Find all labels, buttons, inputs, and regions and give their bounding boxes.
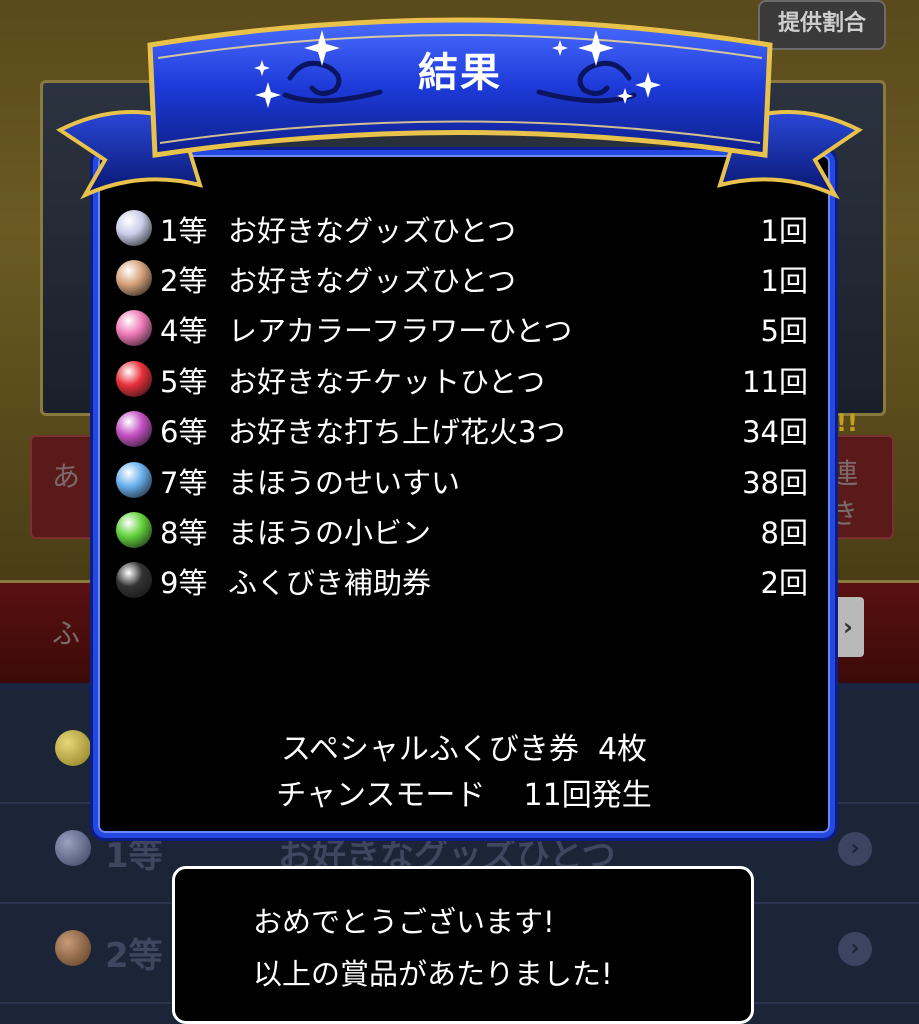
prize-orb-icon	[116, 562, 152, 598]
title-ribbon	[56, 17, 863, 200]
chevron-right-icon[interactable]: ›	[832, 597, 864, 657]
result-count: 1回	[760, 264, 808, 298]
result-name: まほうの小ビン	[228, 516, 432, 550]
result-name: レアカラーフラワーひとつ	[228, 314, 573, 348]
result-rank: 7等	[160, 466, 208, 500]
result-count: 2回	[760, 566, 808, 600]
result-count: 38回	[742, 466, 808, 500]
result-count: 11回	[742, 365, 808, 399]
background-bar-label: ふ	[52, 617, 81, 650]
prize-orb-icon	[116, 361, 152, 397]
chance-mode-summary: チャンスモード 11回発生	[276, 778, 652, 813]
prize-orb-icon	[116, 512, 152, 548]
result-rank: 5等	[160, 365, 208, 399]
prize-orb-icon	[116, 310, 152, 346]
chevron-right-icon[interactable]: ›	[838, 832, 872, 866]
result-count: 1回	[760, 214, 808, 248]
result-rank: 8等	[160, 516, 208, 550]
orb-icon	[55, 730, 91, 766]
result-count: 5回	[760, 314, 808, 348]
message-line: おめでとうございます!	[253, 905, 555, 939]
message-line: 以上の賞品があたりました!	[253, 957, 613, 991]
result-rank: 9等	[160, 566, 208, 600]
orb-icon	[55, 930, 91, 966]
prize-orb-icon	[116, 260, 152, 296]
result-rank: 1等	[160, 214, 208, 248]
prize-orb-icon	[116, 462, 152, 498]
result-name: お好きなグッズひとつ	[228, 214, 516, 248]
background-red-label: あ	[52, 460, 81, 493]
result-name: ふくびき補助券	[228, 566, 432, 600]
result-count: 34回	[742, 415, 808, 449]
result-row: 9等 ふくびき補助券 2回	[116, 558, 816, 602]
result-row: 6等 お好きな打ち上げ花火3つ 34回	[116, 407, 816, 451]
result-rank: 6等	[160, 415, 208, 449]
result-name: お好きなチケットひとつ	[228, 365, 545, 399]
prize-orb-icon	[116, 210, 152, 246]
result-row: 1等 お好きなグッズひとつ 1回	[116, 206, 816, 250]
background-row-rank: 2等	[105, 936, 163, 976]
result-row: 4等 レアカラーフラワーひとつ 5回	[116, 306, 816, 350]
chevron-right-icon[interactable]: ›	[838, 932, 872, 966]
result-rank: 4等	[160, 314, 208, 348]
result-count: 8回	[760, 516, 808, 550]
result-name: まほうのせいすい	[228, 466, 461, 500]
special-ticket-summary: スペシャルふくびき券 4枚	[280, 732, 648, 767]
result-name: お好きな打ち上げ花火3つ	[228, 415, 566, 449]
result-rank: 2等	[160, 264, 208, 298]
result-row: 8等 まほうの小ビン 8回	[116, 508, 816, 552]
result-name: お好きなグッズひとつ	[228, 264, 516, 298]
result-title: 結果	[418, 50, 502, 96]
prize-orb-icon	[116, 411, 152, 447]
orb-icon	[55, 830, 91, 866]
result-row: 2等 お好きなグッズひとつ 1回	[116, 256, 816, 300]
result-row: 5等 お好きなチケットひとつ 11回	[116, 357, 816, 401]
message-box[interactable]: おめでとうございます! 以上の賞品があたりました!	[172, 866, 754, 1024]
result-row: 7等 まほうのせいすい 38回	[116, 458, 816, 502]
